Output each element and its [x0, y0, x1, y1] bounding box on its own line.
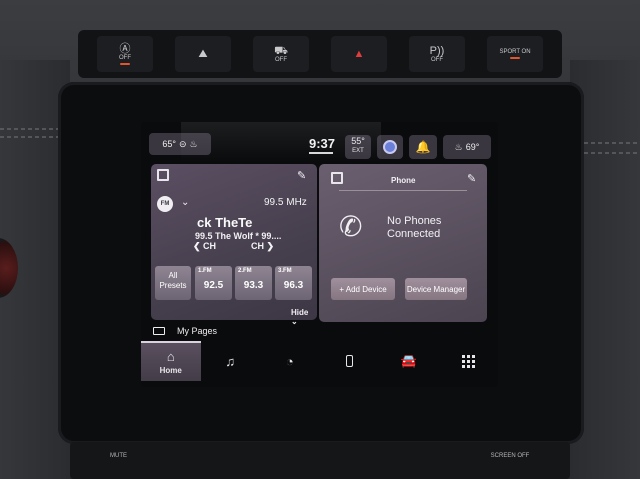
nav-media[interactable]: ♫ — [201, 341, 261, 381]
passenger-temp: 69° — [465, 142, 480, 152]
nav-comfort[interactable]: ◔ — [260, 341, 320, 381]
device-manager-button[interactable]: Device Manager — [405, 278, 467, 300]
expand-icon[interactable] — [157, 169, 169, 181]
preset-button[interactable]: 3.FM 96.3 — [275, 266, 312, 300]
station-name: 99.5 The Wolf * 99.... — [195, 231, 282, 241]
divider — [339, 190, 467, 191]
bottom-nav: ⌂ Home ♫ ◔ 🚘 — [141, 341, 498, 381]
mute-label[interactable]: MUTE — [110, 453, 127, 459]
park-assist-icon: P)) — [429, 45, 445, 57]
driver-temp: 65° — [162, 139, 176, 149]
hazard-button[interactable]: ▲ — [331, 36, 387, 72]
traction-off-button[interactable]: Ⓐ OFF — [97, 36, 153, 72]
traction-icon: Ⓐ — [119, 43, 131, 55]
phone-icon — [345, 355, 353, 367]
channel-prev-button[interactable]: ❮ CH — [193, 241, 216, 252]
park-assist-off-label: OFF — [431, 57, 443, 63]
chevron-down-icon[interactable]: ⌄ — [181, 197, 189, 208]
home-label: Home — [159, 366, 182, 375]
no-phones-line1: No Phones — [387, 215, 442, 227]
steering-heat-icon: ⊝ — [179, 138, 187, 149]
seat-heat-icon: ♨ — [189, 138, 198, 149]
nav-vehicle[interactable]: 🚘 — [379, 341, 439, 381]
exterior-temp-pill: 55° EXT — [345, 135, 371, 159]
preset-label: 3.FM — [278, 268, 292, 274]
hill-descent-icon: ⛰ — [198, 48, 208, 60]
nav-phone[interactable] — [320, 341, 380, 381]
preset-value: 92.5 — [203, 280, 224, 291]
right-stitching — [584, 152, 640, 154]
channel-next-button[interactable]: CH ❯ — [251, 241, 274, 252]
edit-icon[interactable]: ✎ — [297, 169, 306, 182]
bottom-control-panel: MUTE SCREEN OFF — [70, 442, 570, 479]
left-stitching — [0, 136, 58, 138]
passenger-climate-pill[interactable]: ♨ 69° — [443, 135, 491, 159]
notifications-button[interactable]: 🔔 — [409, 135, 437, 159]
hide-label: Hide — [291, 308, 309, 317]
sport-on-label: SPORT ON — [499, 49, 531, 55]
no-phones-line2: Connected — [387, 228, 441, 240]
lane-keep-off-button[interactable]: ⛟ OFF — [253, 36, 309, 72]
lane-keep-icon: ⛟ — [274, 45, 288, 57]
pages-icon — [153, 327, 165, 335]
voice-icon — [383, 140, 397, 154]
add-device-button[interactable]: + Add Device — [331, 278, 395, 300]
status-led — [120, 63, 130, 65]
preset-label: 1.FM — [198, 268, 212, 274]
no-phones-message: No Phones Connected — [387, 215, 441, 241]
band-badge[interactable]: FM — [157, 196, 173, 212]
apps-grid-icon — [461, 354, 475, 368]
lane-keep-off-label: OFF — [275, 57, 287, 63]
nav-home[interactable]: ⌂ Home — [141, 341, 201, 381]
ch-next-label: CH — [251, 241, 264, 251]
edit-icon[interactable]: ✎ — [467, 172, 476, 185]
song-title: ck TheTe — [197, 215, 253, 230]
preset-button[interactable]: 1.FM 92.5 — [195, 266, 232, 300]
phone-title: Phone — [391, 176, 416, 185]
clock-underline — [309, 152, 333, 154]
ch-prev-label: CH — [203, 241, 217, 251]
all-presets-button[interactable]: All Presets — [155, 266, 191, 300]
exterior-temp: 55° — [351, 136, 365, 146]
status-bar: 65° ⊝ ♨ 9:37 55° EXT 🔔 ♨ 69° — [141, 122, 498, 160]
driver-climate-pill[interactable]: 65° ⊝ ♨ — [149, 133, 211, 155]
home-icon: ⌂ — [166, 349, 175, 364]
preset-button[interactable]: 2.FM 93.3 — [235, 266, 272, 300]
phone-disconnected-icon: ✆ — [339, 211, 363, 242]
gauge-icon: ◔ — [285, 353, 294, 369]
park-assist-off-button[interactable]: P)) OFF — [409, 36, 465, 72]
status-led — [510, 57, 520, 59]
bell-icon: 🔔 — [415, 140, 431, 154]
preset-value: 93.3 — [243, 280, 264, 291]
phone-card[interactable]: ✎ Phone ✆ No Phones Connected + Add Devi… — [319, 164, 487, 322]
expand-icon[interactable] — [331, 172, 343, 184]
nav-apps[interactable] — [439, 341, 499, 381]
frequency-display: 99.5 MHz — [264, 197, 307, 208]
my-pages-row[interactable]: My Pages — [153, 324, 217, 338]
traction-off-label: OFF — [119, 55, 131, 61]
sport-mode-button[interactable]: SPORT ON — [487, 36, 543, 72]
right-stitching — [584, 142, 640, 144]
screen-off-label[interactable]: SCREEN OFF — [490, 453, 530, 459]
hide-button[interactable]: Hide ⌄ — [291, 308, 317, 326]
left-stitching — [0, 128, 58, 130]
radio-card[interactable]: ✎ FM ⌄ 99.5 MHz ck TheTe 99.5 The Wolf *… — [151, 164, 317, 326]
car-icon: 🚘 — [400, 353, 417, 368]
my-pages-label: My Pages — [177, 326, 218, 336]
hazard-icon: ▲ — [353, 48, 365, 60]
seat-heat-icon: ♨ — [454, 141, 463, 152]
preset-label: 2.FM — [238, 268, 252, 274]
infotainment-screen: 65° ⊝ ♨ 9:37 55° EXT 🔔 ♨ 69° ✎ FM ⌄ 99.5… — [141, 122, 498, 387]
music-note-icon: ♫ — [225, 353, 236, 369]
preset-value: 96.3 — [283, 280, 304, 291]
voice-assistant-button[interactable] — [377, 135, 403, 159]
exterior-label: EXT — [352, 148, 364, 154]
clock: 9:37 — [309, 136, 336, 151]
hill-descent-button[interactable]: ⛰ — [175, 36, 231, 72]
hardware-button-strip: Ⓐ OFF ⛰ ⛟ OFF ▲ P)) OFF SPORT ON — [78, 30, 562, 78]
